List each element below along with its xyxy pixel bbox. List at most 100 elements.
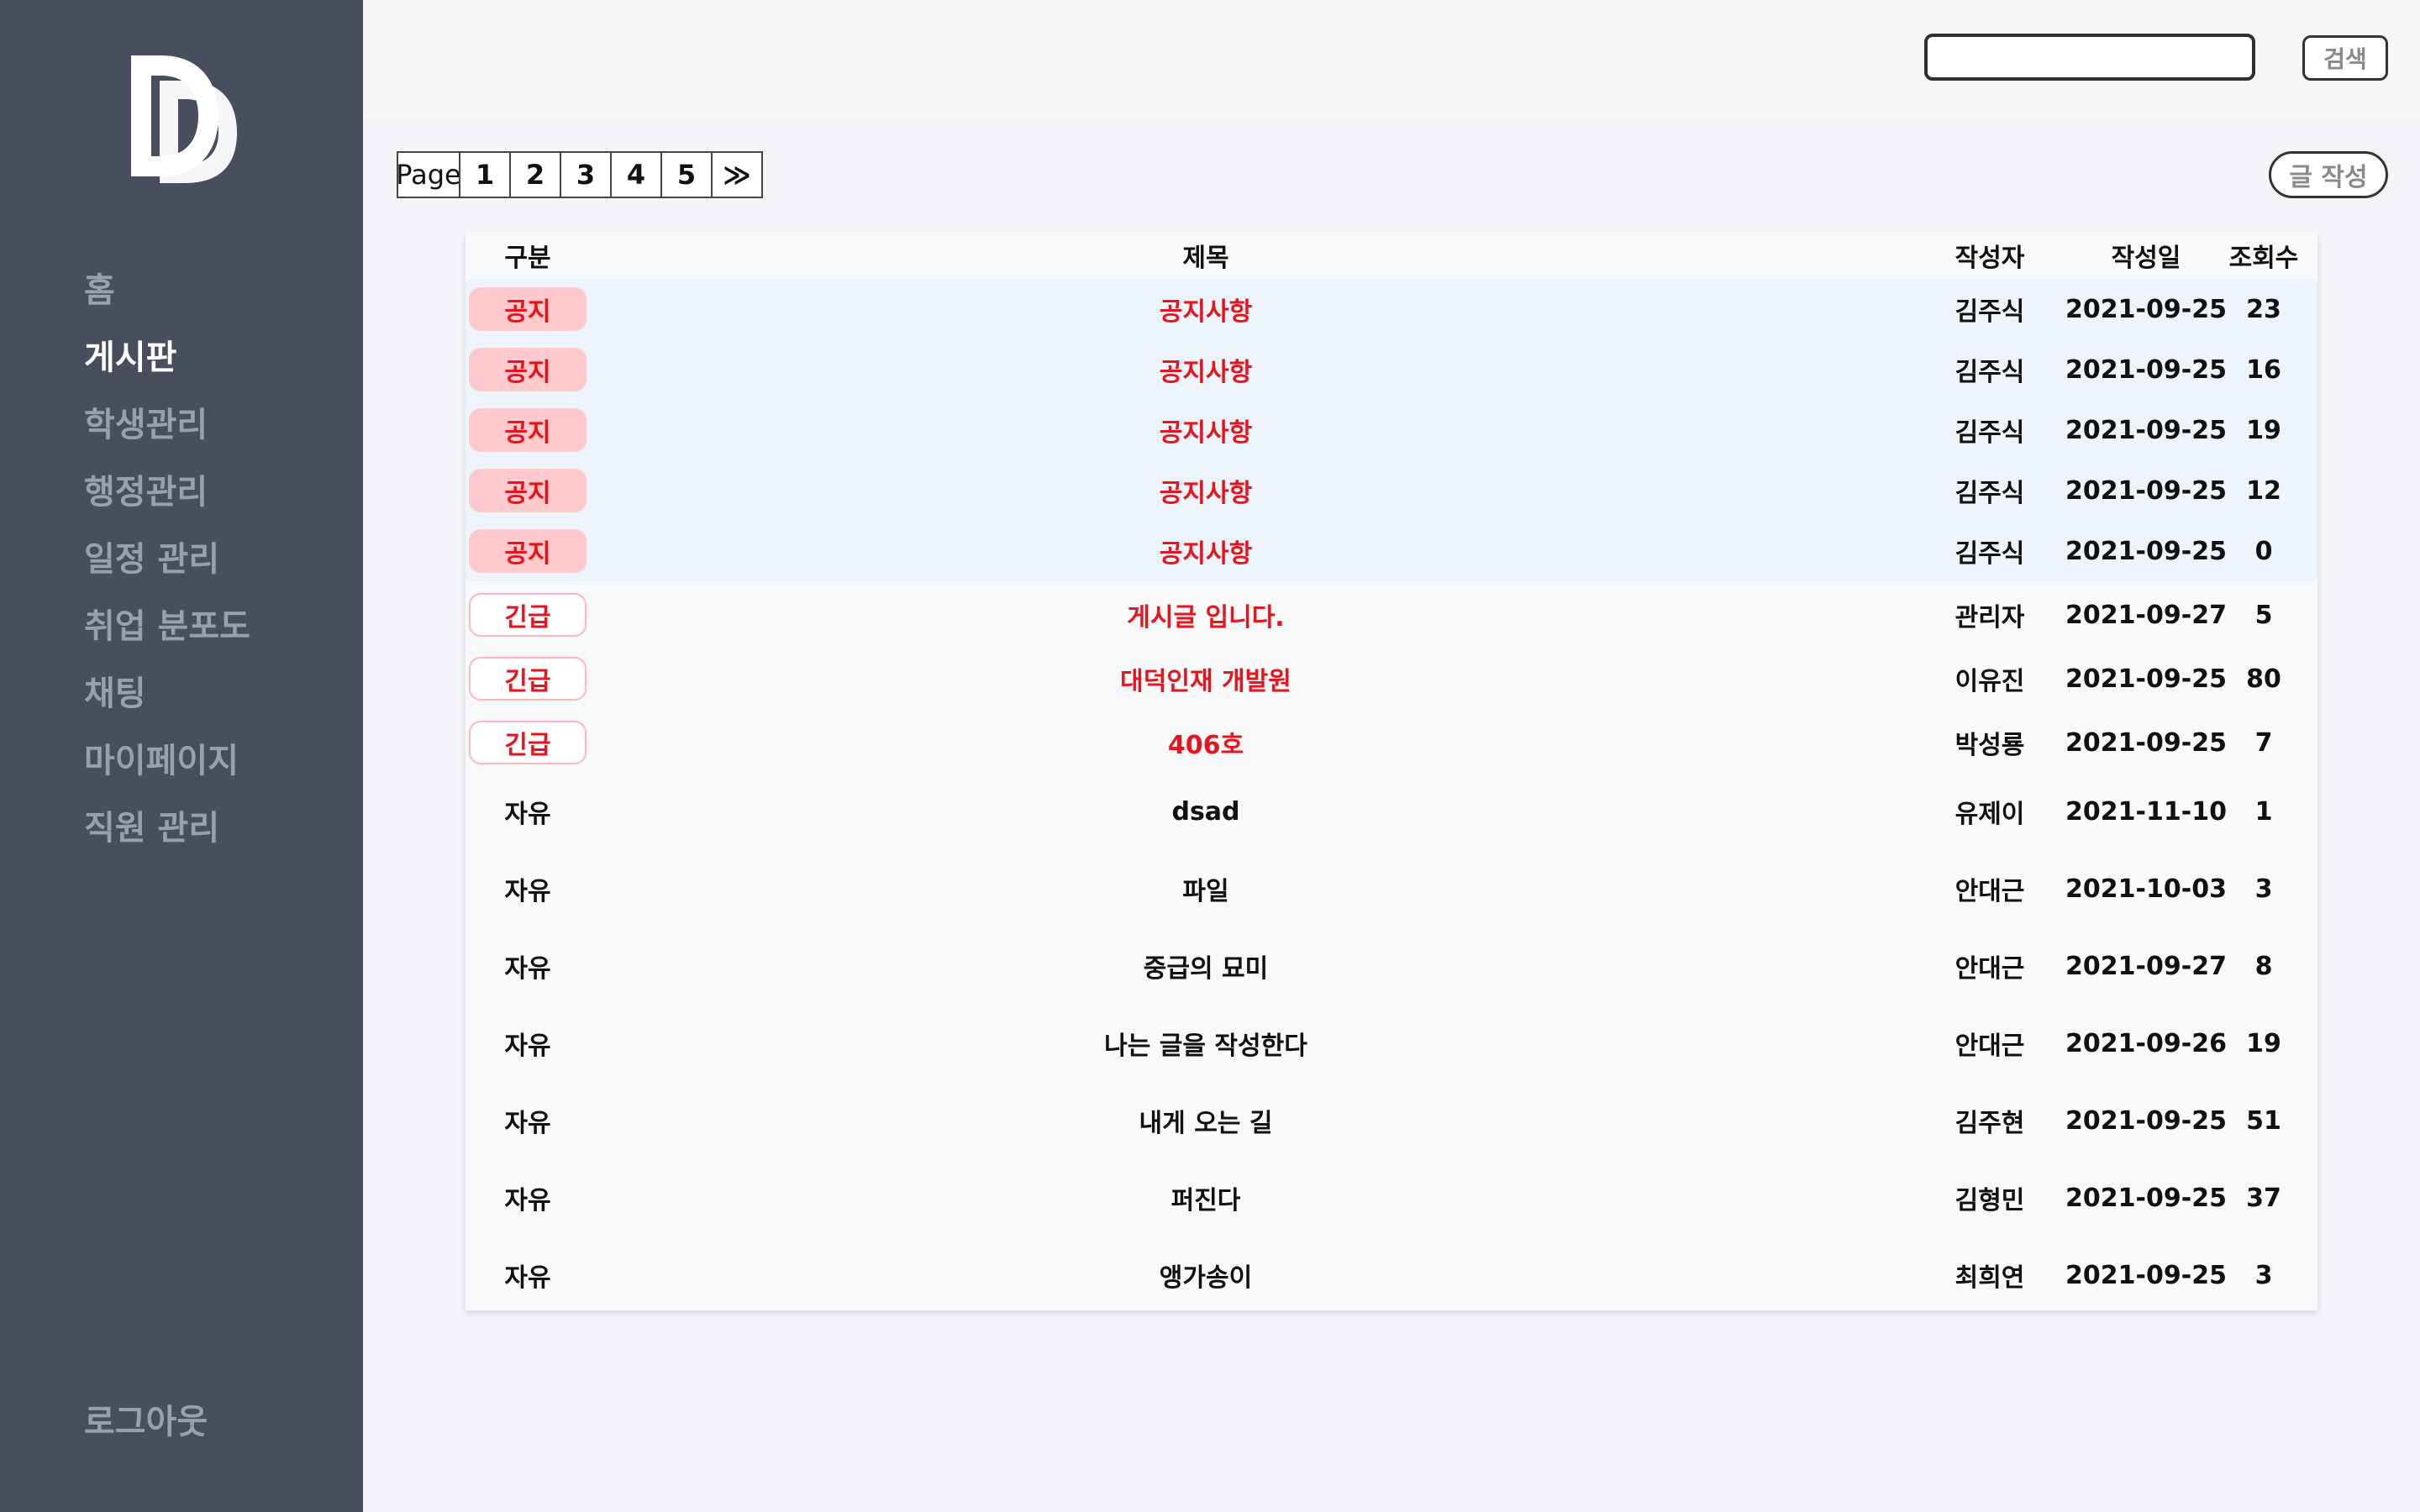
table-row[interactable]: 자유 중급의 묘미 안대근 2021-09-27 8	[466, 927, 2317, 1005]
table-row[interactable]: 긴급 대덕인재 개발원 이유진 2021-09-25 80	[466, 645, 2317, 712]
table-row[interactable]: 자유 나는 글을 작성한다 안대근 2021-09-26 19	[466, 1005, 2317, 1082]
page-5-button[interactable]: 5	[660, 151, 713, 198]
category-cell: 공지	[469, 339, 587, 400]
author-cell: 김주식	[1954, 418, 2025, 448]
date-cell: 2021-09-25	[2065, 475, 2227, 506]
urgent-badge: 긴급	[469, 593, 587, 637]
write-post-button[interactable]: 글 작성	[2269, 151, 2388, 198]
views-cell: 5	[2254, 600, 2273, 630]
category-cell: 자유	[504, 954, 551, 984]
date-cell: 2021-09-25	[2065, 1105, 2227, 1136]
date-cell: 2021-09-25	[2065, 727, 2227, 758]
notice-badge: 공지	[469, 529, 587, 573]
table-row[interactable]: 긴급 406호 박성룡 2021-09-25 7	[466, 709, 2317, 776]
post-title-link[interactable]: 공지사항	[1084, 460, 1328, 521]
date-cell: 2021-09-26	[2065, 1028, 2227, 1058]
board-table: 구분 제목 작성자 작성일 조회수 공지 공지사항 김주식 2021-09-25 23 공…	[466, 232, 2317, 1310]
header-category: 구분	[504, 244, 551, 273]
table-row[interactable]: 공지 공지사항 김주식 2021-09-25 19	[466, 400, 2317, 460]
table-row[interactable]: 자유 퍼진다 김형민 2021-09-25 37	[466, 1159, 2317, 1236]
category-cell: 공지	[469, 460, 587, 521]
nav-item-chat[interactable]: 채팅	[84, 660, 250, 727]
table-row[interactable]: 공지 공지사항 김주식 2021-09-25 0	[466, 521, 2317, 581]
views-cell: 12	[2246, 475, 2281, 506]
table-row[interactable]: 공지 공지사항 김주식 2021-09-25 16	[466, 339, 2317, 400]
table-row[interactable]: 자유 내게 오는 길 김주현 2021-09-25 51	[466, 1082, 2317, 1159]
table-row[interactable]: 자유 앵가송이 최희연 2021-09-25 3	[466, 1236, 2317, 1314]
post-title-link[interactable]: 퍼진다	[1084, 1159, 1328, 1236]
nav-item-staff[interactable]: 직원 관리	[84, 795, 250, 862]
search-button[interactable]: 검색	[2302, 35, 2388, 81]
author-cell: 박성룡	[1954, 731, 2025, 760]
post-title-link[interactable]: 공지사항	[1084, 521, 1328, 581]
nav-item-students[interactable]: 학생관리	[84, 391, 250, 459]
nav-item-schedule[interactable]: 일정 관리	[84, 526, 250, 593]
notice-badge: 공지	[469, 408, 587, 452]
author-cell: 최희연	[1954, 1263, 2025, 1293]
views-cell: 19	[2246, 1028, 2281, 1058]
date-cell: 2021-09-25	[2065, 294, 2227, 324]
post-title-link[interactable]: 내게 오는 길	[1084, 1082, 1328, 1159]
page-1-button[interactable]: 1	[459, 151, 511, 198]
header-date: 작성일	[2111, 244, 2181, 273]
urgent-badge: 긴급	[469, 721, 587, 764]
date-cell: 2021-09-25	[2065, 664, 2227, 694]
post-title-link[interactable]: 공지사항	[1084, 339, 1328, 400]
post-title-link[interactable]: 대덕인재 개발원	[1084, 645, 1328, 712]
page-label: Page	[396, 151, 461, 198]
category-cell: 자유	[504, 800, 551, 829]
author-cell: 유제이	[1954, 800, 2025, 829]
author-cell: 김주현	[1954, 1109, 2025, 1138]
views-cell: 0	[2254, 536, 2273, 566]
author-cell: 김주식	[1954, 539, 2025, 569]
header-views: 조회수	[2228, 244, 2299, 273]
post-title-link[interactable]: 게시글 입니다.	[1084, 581, 1328, 648]
category-cell: 긴급	[469, 645, 587, 712]
author-cell: 김주식	[1954, 358, 2025, 387]
page-2-button[interactable]: 2	[509, 151, 561, 198]
urgent-badge: 긴급	[469, 657, 587, 701]
views-cell: 51	[2246, 1105, 2281, 1136]
table-row[interactable]: 공지 공지사항 김주식 2021-09-25 23	[466, 279, 2317, 339]
post-title-link[interactable]: 나는 글을 작성한다	[1084, 1005, 1328, 1082]
nav-item-mypage[interactable]: 마이페이지	[84, 727, 250, 795]
views-cell: 3	[2254, 1260, 2273, 1290]
nav-item-admin[interactable]: 행정관리	[84, 459, 250, 526]
nav-item-board[interactable]: 게시판	[84, 324, 250, 391]
table-row[interactable]: 자유 dsad 유제이 2021-11-10 1	[466, 773, 2317, 850]
sidebar: 홈 게시판 학생관리 행정관리 일정 관리 취업 분포도 채팅 마이페이지 직원…	[0, 0, 363, 1512]
category-cell: 긴급	[469, 581, 587, 648]
category-cell: 긴급	[469, 709, 587, 776]
author-cell: 김주식	[1954, 479, 2025, 508]
nav-item-home[interactable]: 홈	[84, 257, 250, 324]
table-header: 구분 제목 작성자 작성일 조회수	[466, 232, 2317, 279]
table-row[interactable]: 자유 파일 안대근 2021-10-03 3	[466, 850, 2317, 927]
pagination: Page 1 2 3 4 5 ≫	[396, 151, 763, 198]
category-cell: 자유	[504, 877, 551, 906]
category-cell: 공지	[469, 279, 587, 339]
page-3-button[interactable]: 3	[560, 151, 612, 198]
views-cell: 23	[2246, 294, 2281, 324]
logo[interactable]	[126, 49, 244, 183]
nav-item-employment[interactable]: 취업 분포도	[84, 593, 250, 660]
search-input[interactable]	[1924, 34, 2255, 81]
post-title-link[interactable]: 공지사항	[1084, 279, 1328, 339]
post-title-link[interactable]: 중급의 묘미	[1084, 927, 1328, 1005]
date-cell: 2021-09-27	[2065, 600, 2227, 630]
notice-badge: 공지	[469, 287, 587, 331]
category-cell: 자유	[504, 1032, 551, 1061]
post-title-link[interactable]: dsad	[1084, 773, 1328, 850]
logout-link[interactable]: 로그아웃	[84, 1394, 208, 1443]
views-cell: 8	[2254, 951, 2273, 981]
author-cell: 안대근	[1954, 1032, 2025, 1061]
category-cell: 공지	[469, 521, 587, 581]
post-title-link[interactable]: 파일	[1084, 850, 1328, 927]
post-title-link[interactable]: 공지사항	[1084, 400, 1328, 460]
post-title-link[interactable]: 앵가송이	[1084, 1236, 1328, 1314]
table-row[interactable]: 공지 공지사항 김주식 2021-09-25 12	[466, 460, 2317, 521]
page-4-button[interactable]: 4	[610, 151, 662, 198]
next-page-button[interactable]: ≫	[711, 151, 763, 198]
table-row[interactable]: 긴급 게시글 입니다. 관리자 2021-09-27 5	[466, 581, 2317, 648]
post-title-link[interactable]: 406호	[1084, 709, 1328, 776]
category-cell: 자유	[504, 1109, 551, 1138]
